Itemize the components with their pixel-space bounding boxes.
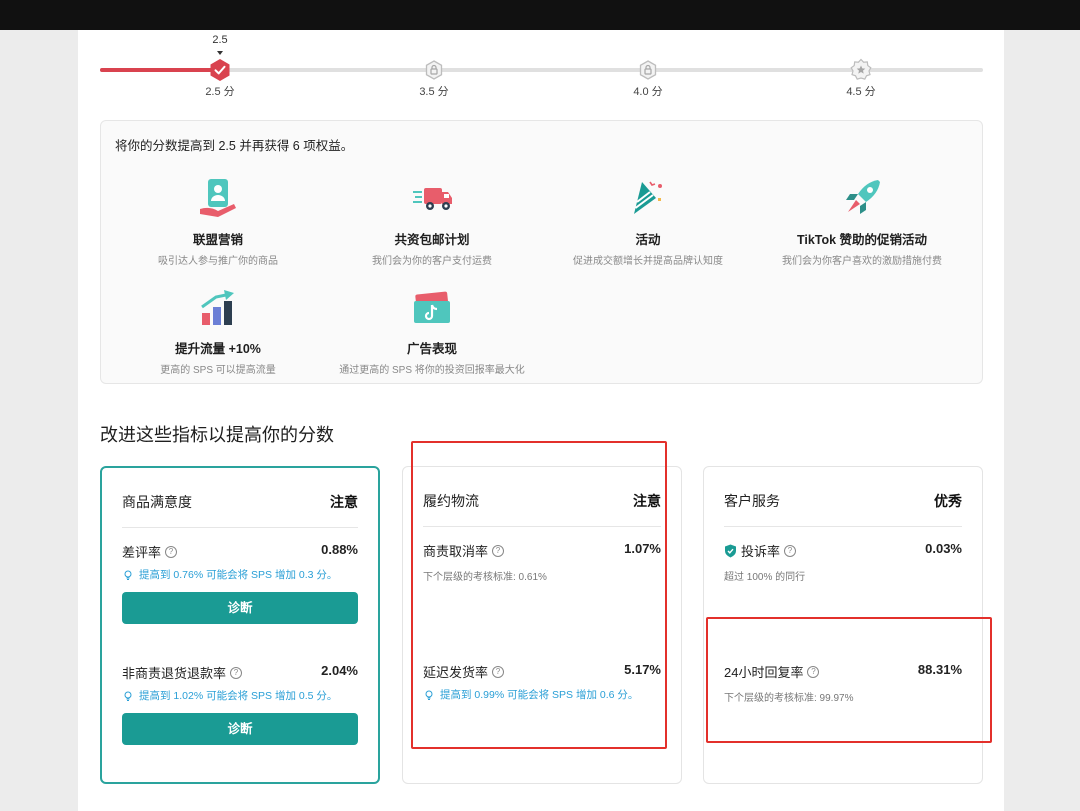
score-node-achieved-icon (208, 58, 232, 82)
diagnose-button[interactable]: 诊断 (122, 592, 358, 624)
benefit-sponsored-promo: TikTok 赞助的促销活动 我们会为你客户喜欢的激励措施付费 (755, 176, 969, 267)
benefit-desc: 通过更高的 SPS 将你的投资回报率最大化 (339, 365, 525, 376)
benefit-affiliate: 联盟营销 吸引达人参与推广你的商品 (111, 176, 325, 267)
metric-row: 投诉率? 0.03% (724, 541, 962, 561)
score-node-label: 4.0 分 (633, 86, 663, 98)
affiliate-icon (200, 179, 236, 217)
rocket-icon (846, 180, 880, 214)
ad-ticket-icon (414, 291, 450, 323)
metric-name: 投诉率? (724, 541, 797, 560)
score-progress-fill (100, 68, 220, 72)
metric-value: 2.04% (321, 663, 358, 678)
benefit-desc: 我们会为你的客户支付运费 (372, 256, 492, 267)
top-bar (0, 0, 1080, 30)
benefit-desc: 吸引达人参与推广你的商品 (158, 256, 278, 267)
card-header: 商品满意度 注意 (122, 490, 358, 528)
score-node-label: 2.5 分 (205, 86, 235, 98)
shield-check-icon (725, 544, 736, 557)
party-popper-icon (634, 181, 662, 214)
card-header: 客户服务 优秀 (724, 489, 962, 527)
lock-icon (422, 58, 446, 82)
status-badge: 注意 (330, 494, 358, 510)
card-product-satisfaction[interactable]: 商品满意度 注意 差评率? 0.88% 提高到 0.76% 可能会将 SPS 增… (100, 466, 380, 784)
star-badge-icon (849, 58, 873, 82)
benefit-name: 共资包邮计划 (394, 233, 470, 247)
benefit-shipping: 共资包邮计划 我们会为你的客户支付运费 (325, 176, 539, 267)
benefits-title: 将你的分数提高到 2.5 并再获得 6 项权益。 (115, 139, 354, 153)
current-score-arrow (217, 51, 223, 55)
improvement-hint: 提高到 0.76% 可能会将 SPS 增加 0.3 分。 (122, 567, 368, 582)
metric-value: 0.03% (925, 541, 962, 556)
benefit-name: TikTok 赞助的促销活动 (796, 233, 928, 247)
lightbulb-icon (124, 691, 132, 701)
benefit-campaign: 活动 促进成交额增长并提高品牌认知度 (541, 176, 755, 267)
lock-icon (636, 58, 660, 82)
metric-row: 差评率? 0.88% (122, 542, 358, 562)
metric-value: 0.88% (321, 542, 358, 557)
shipping-truck-icon (413, 188, 452, 210)
help-icon[interactable]: ? (784, 544, 797, 557)
benefit-name: 提升流量 +10% (175, 342, 261, 356)
benefit-ads: 广告表现 通过更高的 SPS 将你的投资回报率最大化 (325, 285, 539, 376)
status-badge: 优秀 (934, 493, 962, 509)
improvement-hint: 提高到 1.02% 可能会将 SPS 增加 0.5 分。 (122, 688, 368, 703)
metric-name: 差评率? (122, 542, 178, 561)
lightbulb-icon (124, 570, 132, 580)
card-title: 商品满意度 (122, 494, 192, 510)
help-icon[interactable]: ? (165, 545, 178, 558)
benefits-panel: 将你的分数提高到 2.5 并再获得 6 项权益。 联盟营销 吸引达人参与推广你的… (100, 120, 983, 384)
metric-name: 非商责退货退款率? (122, 663, 243, 682)
benefit-name: 活动 (635, 233, 661, 247)
diagnose-button[interactable]: 诊断 (122, 713, 358, 745)
benefit-name: 联盟营销 (192, 233, 243, 247)
highlight-box (411, 441, 667, 749)
score-node-label: 3.5 分 (419, 86, 449, 98)
highlight-box (706, 617, 992, 743)
section-title: 改进这些指标以提高你的分数 (100, 425, 334, 445)
benefit-desc: 更高的 SPS 可以提高流量 (160, 365, 276, 376)
help-icon[interactable]: ? (230, 666, 243, 679)
benefit-desc: 促进成交额增长并提高品牌认知度 (573, 256, 723, 267)
benefit-desc: 我们会为你客户喜欢的激励措施付费 (782, 256, 942, 267)
current-score-label: 2.5 (212, 34, 228, 46)
benefit-name: 广告表现 (406, 342, 457, 356)
peer-comparison: 超过 100% 的同行 (724, 572, 806, 583)
growth-chart-icon (201, 290, 234, 325)
card-title: 客户服务 (724, 493, 780, 509)
score-node-label: 4.5 分 (846, 86, 876, 98)
metric-row: 非商责退货退款率? 2.04% (122, 663, 358, 683)
benefit-traffic: 提升流量 +10% 更高的 SPS 可以提高流量 (111, 285, 325, 376)
